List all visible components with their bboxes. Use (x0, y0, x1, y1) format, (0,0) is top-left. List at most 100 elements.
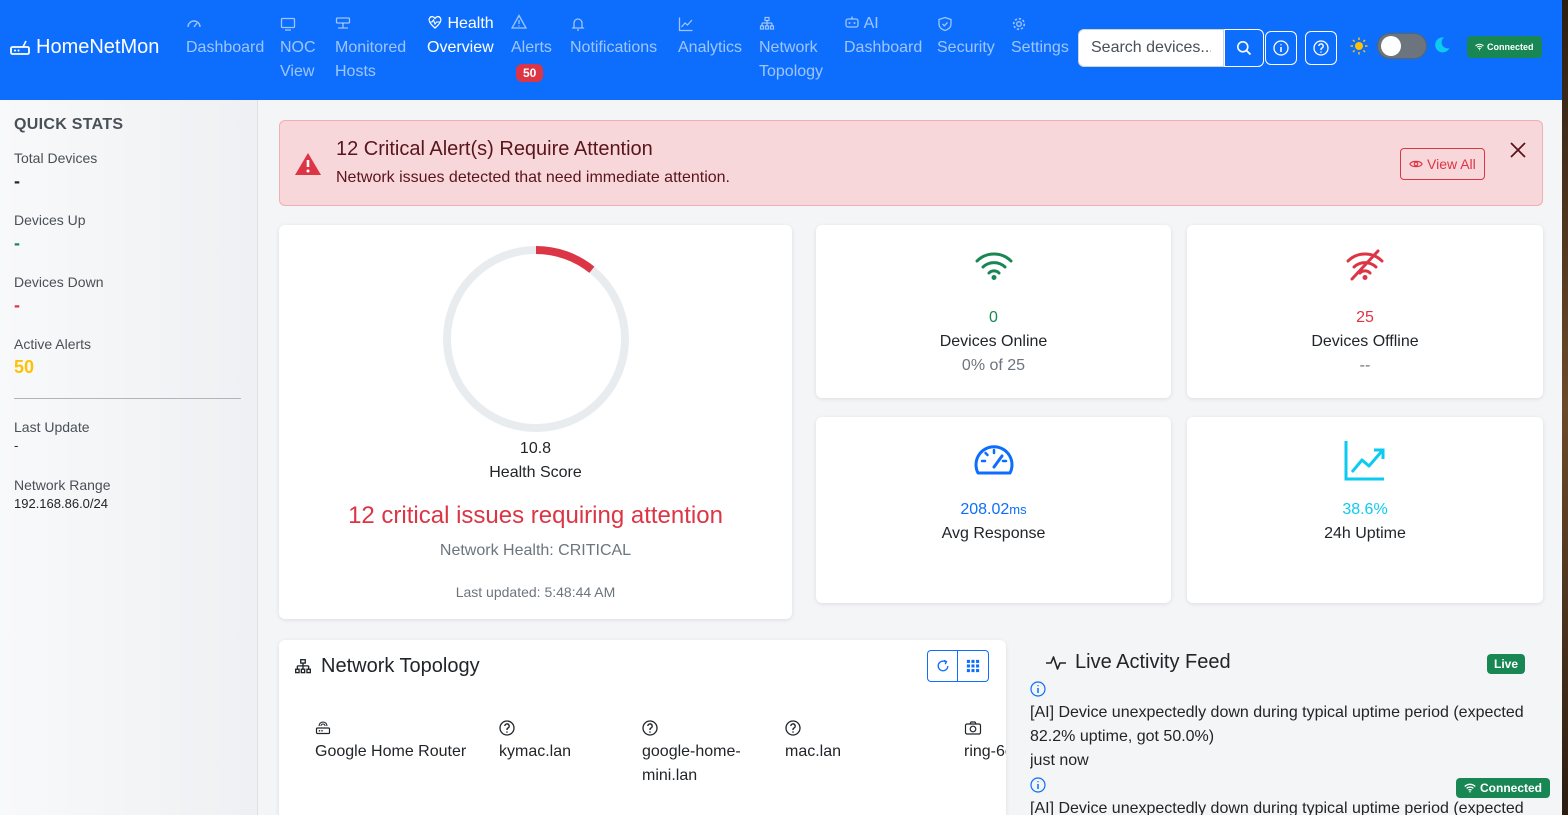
sun-icon (1350, 37, 1368, 60)
nav-alerts[interactable]: Alerts 50 (510, 12, 552, 82)
nav-noc-label-2: View (280, 63, 315, 80)
search-button[interactable] (1224, 29, 1264, 67)
nav-notifications[interactable]: Notifications (570, 12, 657, 60)
stat-active-alerts: Active Alerts 50 (14, 336, 243, 380)
info-button[interactable] (1265, 31, 1297, 65)
stat-label: Devices Down (14, 274, 104, 290)
shield-check-icon (937, 12, 995, 36)
refresh-topology-button[interactable] (927, 650, 958, 682)
topology-node[interactable]: Google Home Router (315, 720, 466, 764)
feed-entry-message: [AI] Device unexpectedly down during typ… (1030, 704, 1524, 745)
nav-ai-label-2: Dashboard (844, 39, 923, 56)
health-score-value: 10.8 (519, 440, 552, 457)
quick-stats-sidebar: QUICK STATS Total Devices - Devices Up -… (0, 100, 258, 815)
topology-node[interactable]: kymac.lan (499, 720, 571, 764)
help-button[interactable] (1305, 31, 1337, 65)
feed-entry-time: just now (1030, 752, 1089, 769)
brand-name: HomeNetMon (36, 36, 160, 58)
wifi-icon (816, 249, 1171, 281)
avg-response-unit: ms (1009, 502, 1027, 517)
search-input[interactable] (1078, 29, 1224, 67)
search-group (1078, 29, 1264, 67)
alert-subtitle: Network issues detected that need immedi… (336, 169, 730, 186)
topology-button-group (927, 650, 989, 682)
nav-health-label-1: Health (447, 15, 494, 32)
health-score-card: 10.8 Health Score 12 critical issues req… (279, 225, 792, 619)
devices-offline-card: 25 Devices Offline -- (1187, 225, 1543, 398)
warning-triangle-icon (510, 14, 528, 32)
stat-network-range: Network Range 192.168.86.0/24 (14, 477, 243, 513)
floating-connection-text: Connected (1480, 781, 1543, 795)
uptime-value: 38.6% (1342, 501, 1388, 518)
theme-toggle-knob (1381, 36, 1401, 56)
stat-last-update: Last Update - (14, 419, 243, 455)
topology-node[interactable]: google-home-mini.lan (642, 720, 762, 788)
refresh-icon (937, 659, 948, 672)
info-circle-icon (1273, 40, 1289, 56)
alert-title: 12 Critical Alert(s) Require Attention (336, 138, 653, 160)
nav-topology-label-1: Network (759, 39, 818, 56)
nav-settings[interactable]: Settings (1011, 12, 1069, 60)
nav-settings-label: Settings (1011, 39, 1069, 56)
devices-online-label: Devices Online (939, 333, 1048, 350)
gear-icon (1011, 12, 1069, 36)
critical-issues-message: 12 critical issues requiring attention (348, 502, 723, 529)
search-icon (1237, 41, 1252, 56)
nav-analytics[interactable]: Analytics (678, 12, 742, 60)
topology-node[interactable]: mac.lan (785, 720, 841, 764)
exclamation-triangle-icon (294, 152, 322, 181)
diagram-icon (759, 12, 823, 36)
last-updated-text: Last updated: 5:48:44 AM (455, 584, 616, 600)
speedometer-icon (186, 12, 264, 36)
speedometer-icon (816, 443, 1171, 477)
hdd-network-icon (335, 12, 406, 36)
topology-node-label: ring-6c3c (964, 743, 1006, 760)
avg-response-card: 208.02ms Avg Response (816, 417, 1171, 603)
stat-total-devices: Total Devices - (14, 150, 243, 194)
health-score-gauge (443, 246, 629, 432)
devices-online-value: 0 (989, 309, 998, 326)
graph-up-icon (678, 12, 742, 36)
view-all-button[interactable]: View All (1400, 148, 1485, 180)
devices-offline-label: Devices Offline (1311, 333, 1419, 350)
stat-value: - (14, 438, 19, 453)
stat-value: - (14, 233, 20, 253)
live-badge: Live (1487, 654, 1526, 674)
question-circle-icon (642, 720, 762, 740)
desktop-background-edge (1562, 0, 1568, 815)
grid-view-button[interactable] (958, 650, 989, 682)
stat-devices-up: Devices Up - (14, 212, 243, 256)
nav-security[interactable]: Security (937, 12, 995, 60)
nav-noc-view[interactable]: NOC View (280, 12, 316, 84)
graph-up-arrow-icon (1187, 439, 1543, 481)
sidebar-divider (14, 398, 241, 399)
nav-dashboard-label: Dashboard (186, 39, 265, 56)
router-icon (315, 720, 466, 740)
feed-entry-message: [AI] Device unexpectedly down during typ… (1030, 800, 1524, 815)
wifi-off-icon (1187, 249, 1543, 281)
close-icon[interactable] (1508, 140, 1528, 165)
stat-label: Last Update (14, 419, 90, 435)
brand-link[interactable]: HomeNetMon (10, 36, 159, 59)
nav-dashboard[interactable]: Dashboard (186, 12, 264, 60)
devices-offline-value: 25 (1356, 309, 1374, 326)
topology-node[interactable]: ring-6c3c (964, 720, 1006, 764)
nav-monitored-hosts[interactable]: Monitored Hosts (335, 12, 406, 84)
stat-value: - (14, 171, 20, 191)
nav-network-topology[interactable]: Network Topology (759, 12, 823, 84)
critical-alert-banner: 12 Critical Alert(s) Require Attention N… (279, 120, 1543, 206)
devices-online-sub: 0% of 25 (961, 357, 1026, 374)
nav-ai-dashboard[interactable]: AI Dashboard (844, 12, 922, 60)
wifi-icon (1475, 43, 1484, 51)
nav-analytics-label: Analytics (678, 39, 743, 56)
router-icon (10, 40, 30, 55)
nav-ai-label-1: AI (863, 15, 879, 32)
theme-toggle[interactable] (1377, 33, 1427, 59)
nav-hosts-label-1: Monitored (335, 39, 407, 56)
question-circle-icon (785, 720, 841, 740)
connection-badge: Connected (1467, 36, 1542, 58)
avg-response-label: Avg Response (941, 525, 1046, 542)
topology-node-label: Google Home Router (315, 743, 467, 760)
nav-health-overview[interactable]: Health Overview (427, 12, 494, 60)
health-score-label: Health Score (489, 464, 582, 481)
